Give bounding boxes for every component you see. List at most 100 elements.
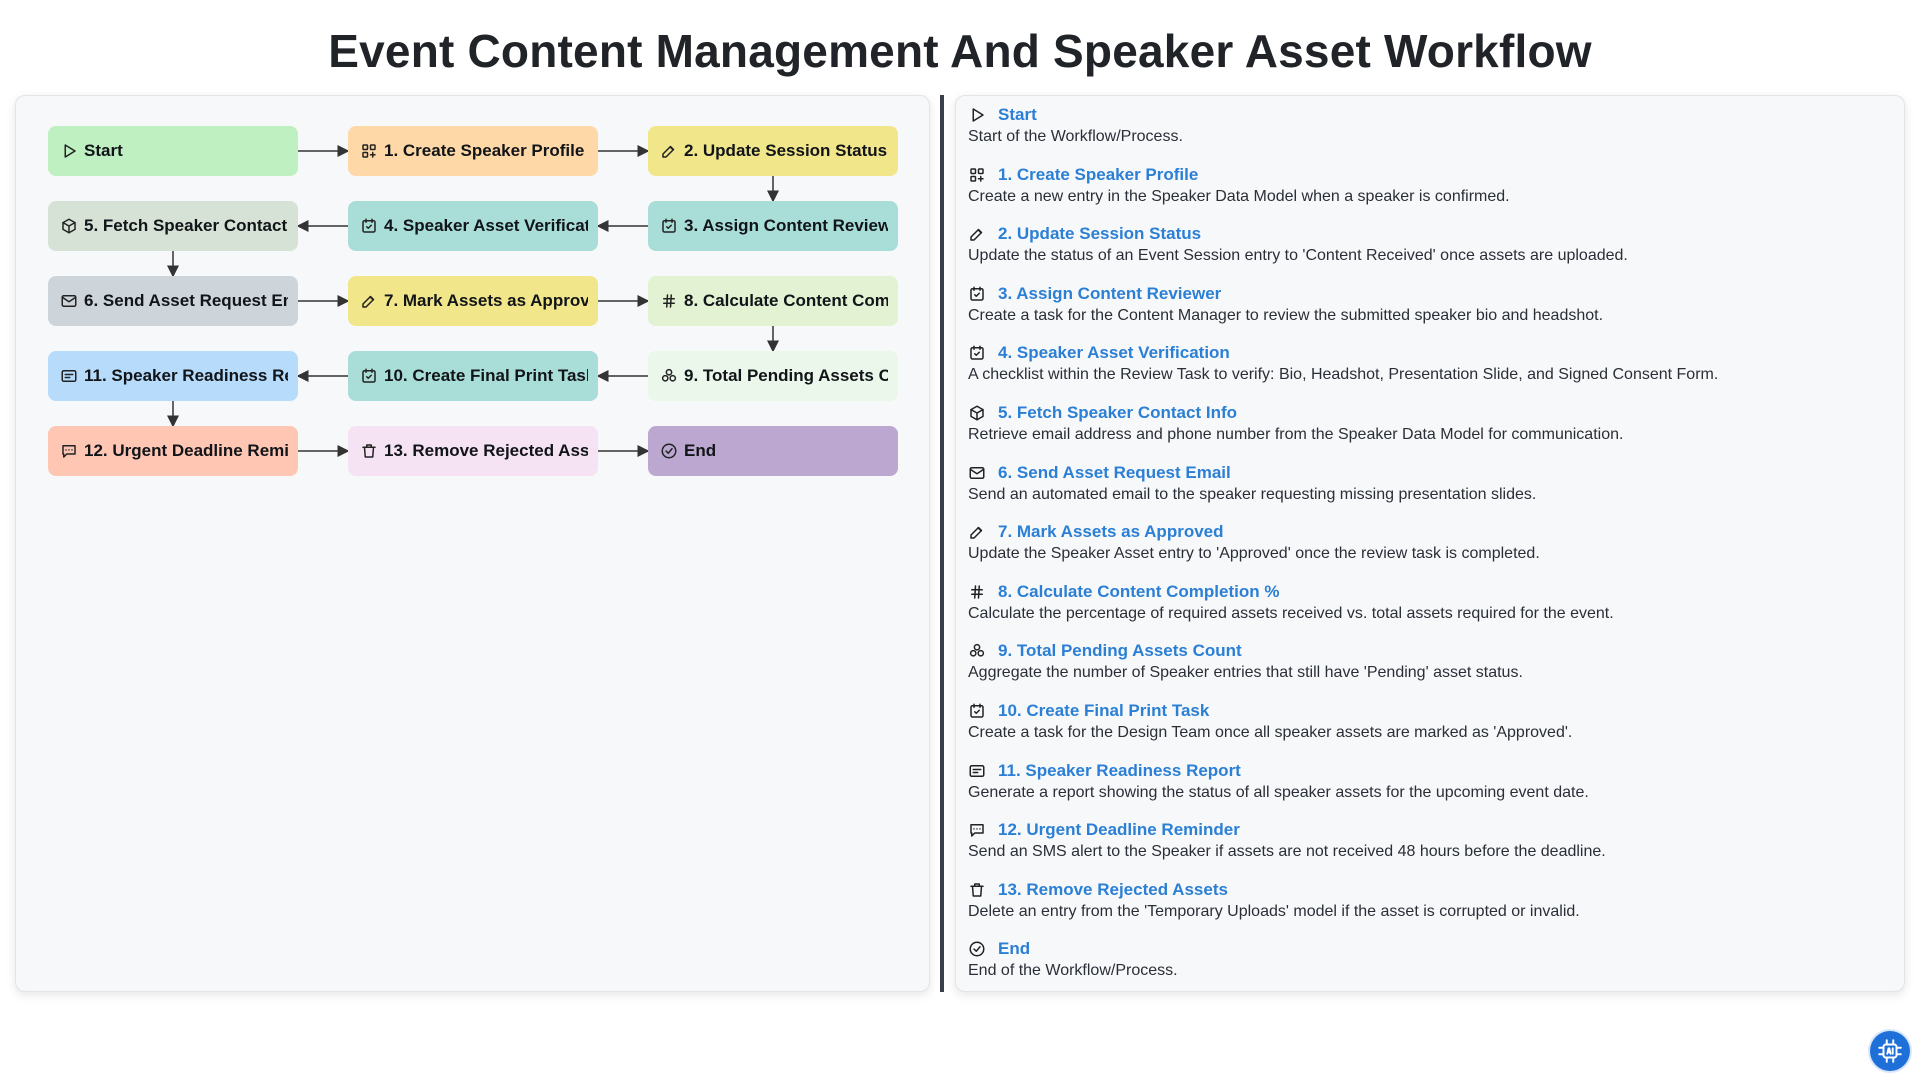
legend-item: Start Start of the Workflow/Process. xyxy=(968,104,1888,164)
legend-item-description: Generate a report showing the status of … xyxy=(968,783,1589,801)
hash-icon xyxy=(660,292,678,310)
checkbox-icon xyxy=(968,702,986,720)
flow-node-label: 2. Update Session Status xyxy=(684,141,888,160)
flow-node-label: 6. Send Asset Request Email xyxy=(84,291,288,310)
flow-node-n7[interactable]: 7. Mark Assets as Approved xyxy=(348,276,598,326)
legend-item-description: Delete an entry from the 'Temporary Uplo… xyxy=(968,902,1580,920)
flow-node-label: 7. Mark Assets as Approved xyxy=(384,291,588,310)
legend-item-header: 9. Total Pending Assets Count xyxy=(968,640,1888,662)
flow-node-label: 10. Create Final Print Task xyxy=(384,366,588,385)
legend-item-title[interactable]: 3. Assign Content Reviewer xyxy=(998,284,1221,304)
legend-item: 4. Speaker Asset Verification A checklist… xyxy=(968,342,1888,402)
edit-icon xyxy=(968,225,986,243)
flow-node-n1[interactable]: 1. Create Speaker Profile xyxy=(348,126,598,176)
legend-item: 5. Fetch Speaker Contact Info Retrieve em… xyxy=(968,402,1888,462)
legend-item-description: Start of the Workflow/Process. xyxy=(968,128,1183,145)
flow-node-label: 8. Calculate Content Completion % xyxy=(684,291,888,310)
check-circle-icon xyxy=(660,442,678,460)
flow-node-label: 13. Remove Rejected Assets xyxy=(384,441,588,460)
legend-item-title[interactable]: 13. Remove Rejected Assets xyxy=(998,880,1228,900)
ai-chip-icon[interactable] xyxy=(1870,1031,1910,1071)
flow-node-n9[interactable]: 9. Total Pending Assets Count xyxy=(648,351,898,401)
check-circle-icon xyxy=(968,940,986,958)
legend-list: Start Start of the Workflow/Process. 1. Cr… xyxy=(968,104,1888,998)
legend-item: 10. Create Final Print Task Create a task… xyxy=(968,700,1888,760)
trash-icon xyxy=(968,881,986,899)
edit-icon xyxy=(660,142,678,160)
flow-node-n13[interactable]: 13. Remove Rejected Assets xyxy=(348,426,598,476)
legend-item-header: 10. Create Final Print Task xyxy=(968,700,1888,722)
legend-item-header: 8. Calculate Content Completion % xyxy=(968,581,1888,603)
flow-node-label: 1. Create Speaker Profile xyxy=(384,141,585,160)
legend-item-title[interactable]: 1. Create Speaker Profile xyxy=(998,165,1198,185)
legend-item-description: Create a task for the Content Manager to… xyxy=(968,306,1604,324)
legend-item-title[interactable]: 12. Urgent Deadline Reminder xyxy=(998,820,1240,840)
legend-item-description: Send an SMS alert to the Speaker if asse… xyxy=(968,843,1606,861)
legend-item-title[interactable]: 11. Speaker Readiness Report xyxy=(998,761,1241,781)
grid-plus-icon xyxy=(968,166,986,184)
flow-node-end[interactable]: End xyxy=(648,426,898,476)
flow-node-label: 3. Assign Content Reviewer xyxy=(684,216,888,235)
checkbox-icon xyxy=(360,217,378,235)
legend-item-title[interactable]: 7. Mark Assets as Approved xyxy=(998,522,1224,542)
flow-node-label: 5. Fetch Speaker Contact Info xyxy=(84,216,288,235)
legend-item-description: Calculate the percentage of required ass… xyxy=(968,604,1614,622)
legend-item-title[interactable]: 2. Update Session Status xyxy=(998,224,1201,244)
legend-item: 11. Speaker Readiness Report Generate a r… xyxy=(968,760,1888,820)
legend-item-title[interactable]: 4. Speaker Asset Verification xyxy=(998,343,1230,363)
flow-node-n10[interactable]: 10. Create Final Print Task xyxy=(348,351,598,401)
legend-item-title[interactable]: 8. Calculate Content Completion % xyxy=(998,582,1279,602)
flow-node-label: 12. Urgent Deadline Reminder xyxy=(84,441,288,460)
hash-icon xyxy=(968,583,986,601)
legend-item-header: 4. Speaker Asset Verification xyxy=(968,342,1888,364)
legend-item-title[interactable]: 9. Total Pending Assets Count xyxy=(998,641,1242,661)
flow-node-start[interactable]: Start xyxy=(48,126,298,176)
report-icon xyxy=(968,762,986,780)
legend-item: 12. Urgent Deadline Reminder Send an SMS … xyxy=(968,819,1888,879)
trash-icon xyxy=(360,442,378,460)
legend-item: 7. Mark Assets as Approved Update the Spe… xyxy=(968,521,1888,581)
legend-item-title[interactable]: End xyxy=(998,939,1030,959)
legend-item-description: Update the Speaker Asset entry to 'Appro… xyxy=(968,545,1540,563)
flow-node-label: End xyxy=(684,441,717,460)
legend-item-title[interactable]: 10. Create Final Print Task xyxy=(998,701,1209,721)
flow-node-label: 4. Speaker Asset Verification xyxy=(384,216,588,235)
legend-item-description: Send an automated email to the speaker r… xyxy=(968,485,1537,503)
edit-icon xyxy=(968,523,986,541)
checkbox-icon xyxy=(968,344,986,362)
legend-item: 1. Create Speaker Profile Create a new en… xyxy=(968,164,1888,224)
flow-node-n8[interactable]: 8. Calculate Content Completion % xyxy=(648,276,898,326)
mail-icon xyxy=(60,292,78,310)
play-icon xyxy=(60,142,78,160)
cube-icon xyxy=(60,217,78,235)
legend-item-title[interactable]: Start xyxy=(998,105,1037,125)
flow-node-n3[interactable]: 3. Assign Content Reviewer xyxy=(648,201,898,251)
play-icon xyxy=(968,106,986,124)
legend-item-header: Start xyxy=(968,104,1888,126)
flow-node-n4[interactable]: 4. Speaker Asset Verification xyxy=(348,201,598,251)
legend-item: 6. Send Asset Request Email Send an autom… xyxy=(968,462,1888,522)
legend-item: 13. Remove Rejected Assets Delete an entr… xyxy=(968,879,1888,939)
panel-divider xyxy=(940,95,944,992)
page-title: Event Content Management And Speaker Ass… xyxy=(328,25,1592,77)
legend-item-header: 2. Update Session Status xyxy=(968,223,1888,245)
legend-item-title[interactable]: 6. Send Asset Request Email xyxy=(998,463,1231,483)
flow-node-n2[interactable]: 2. Update Session Status xyxy=(648,126,898,176)
message-icon xyxy=(60,442,78,460)
flow-node-n6[interactable]: 6. Send Asset Request Email xyxy=(48,276,298,326)
legend-item-description: Create a task for the Design Team once a… xyxy=(968,723,1573,741)
legend-panel: Start Start of the Workflow/Process. 1. Cr… xyxy=(955,95,1905,992)
legend-item-description: Create a new entry in the Speaker Data M… xyxy=(968,187,1510,205)
legend-item-header: 13. Remove Rejected Assets xyxy=(968,879,1888,901)
legend-item-title[interactable]: 5. Fetch Speaker Contact Info xyxy=(998,403,1237,423)
legend-item-description: Update the status of an Event Session en… xyxy=(968,247,1628,265)
flow-node-n11[interactable]: 11. Speaker Readiness Report xyxy=(48,351,298,401)
legend-item: 2. Update Session Status Update the statu… xyxy=(968,223,1888,283)
flow-node-n12[interactable]: 12. Urgent Deadline Reminder xyxy=(48,426,298,476)
flow-node-n5[interactable]: 5. Fetch Speaker Contact Info xyxy=(48,201,298,251)
legend-item-description: Retrieve email address and phone number … xyxy=(968,425,1624,443)
cube-icon xyxy=(968,404,986,422)
legend-item-header: 7. Mark Assets as Approved xyxy=(968,521,1888,543)
message-icon xyxy=(968,821,986,839)
legend-item-description: Aggregate the number of Speaker entries … xyxy=(968,664,1523,682)
